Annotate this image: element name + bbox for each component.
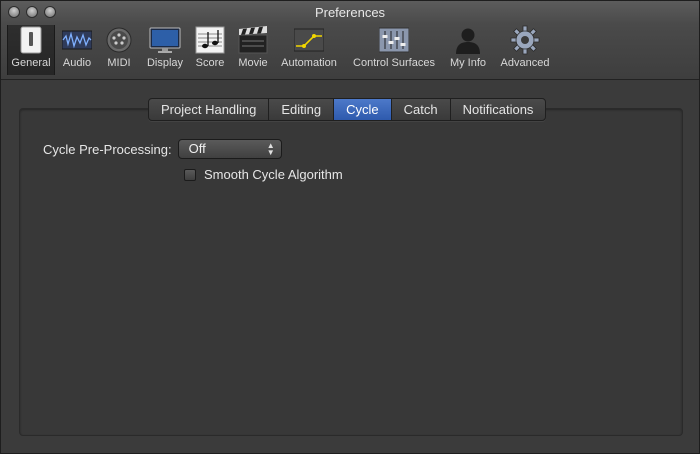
toolbar-item-audio[interactable]: Audio — [57, 25, 97, 75]
window-title: Preferences — [314, 5, 386, 20]
toolbar-item-my-info[interactable]: My Info — [445, 25, 491, 75]
tab-cycle[interactable]: Cycle — [334, 99, 392, 120]
toolbar-item-midi[interactable]: MIDI — [101, 25, 137, 75]
toolbar-item-advanced[interactable]: Advanced — [497, 25, 553, 75]
faders-icon — [378, 25, 410, 55]
smooth-cycle-label[interactable]: Smooth Cycle Algorithm — [204, 167, 343, 182]
smooth-cycle-row: Smooth Cycle Algorithm — [184, 167, 343, 182]
tab-project-handling[interactable]: Project Handling — [149, 99, 270, 120]
toolbar-item-control-surfaces[interactable]: Control Surfaces — [349, 25, 439, 75]
toolbar: General Audio MIDI Display Score Movie A… — [1, 25, 699, 77]
automation-curve-icon — [293, 25, 325, 55]
cycle-preprocessing-popup[interactable]: Off ▲ ▼ — [177, 139, 282, 159]
clapperboard-icon — [237, 25, 269, 55]
music-notes-icon — [194, 25, 226, 55]
smooth-cycle-checkbox[interactable] — [184, 168, 196, 181]
updown-arrows-icon: ▲ ▼ — [266, 141, 275, 157]
tab-bar: Project Handling Editing Cycle Catch Not… — [148, 98, 547, 121]
cycle-preprocessing-row: Cycle Pre-Processing: Off ▲ ▼ — [43, 139, 282, 159]
cycle-preprocessing-value: Off — [188, 141, 206, 156]
toolbar-item-display[interactable]: Display — [143, 25, 187, 75]
preferences-window: Preferences General Audio MIDI Display S… — [0, 0, 700, 454]
tab-editing[interactable]: Editing — [269, 99, 335, 120]
tab-notifications[interactable]: Notifications — [451, 99, 546, 120]
cycle-preprocessing-label: Cycle Pre-Processing: — [43, 141, 172, 157]
midi-connector-icon — [103, 25, 135, 55]
monitor-icon — [149, 25, 181, 55]
person-icon — [452, 25, 484, 55]
tab-catch[interactable]: Catch — [392, 99, 451, 120]
general-switch-icon — [15, 25, 47, 55]
title-bar: Preferences General Audio MIDI Display S… — [1, 1, 699, 80]
toolbar-item-score[interactable]: Score — [192, 25, 228, 75]
audio-waveform-icon — [61, 25, 93, 55]
toolbar-item-general[interactable]: General — [7, 25, 55, 75]
toolbar-item-automation[interactable]: Automation — [276, 25, 342, 75]
toolbar-item-movie[interactable]: Movie — [234, 25, 272, 75]
gear-icon — [509, 25, 541, 55]
